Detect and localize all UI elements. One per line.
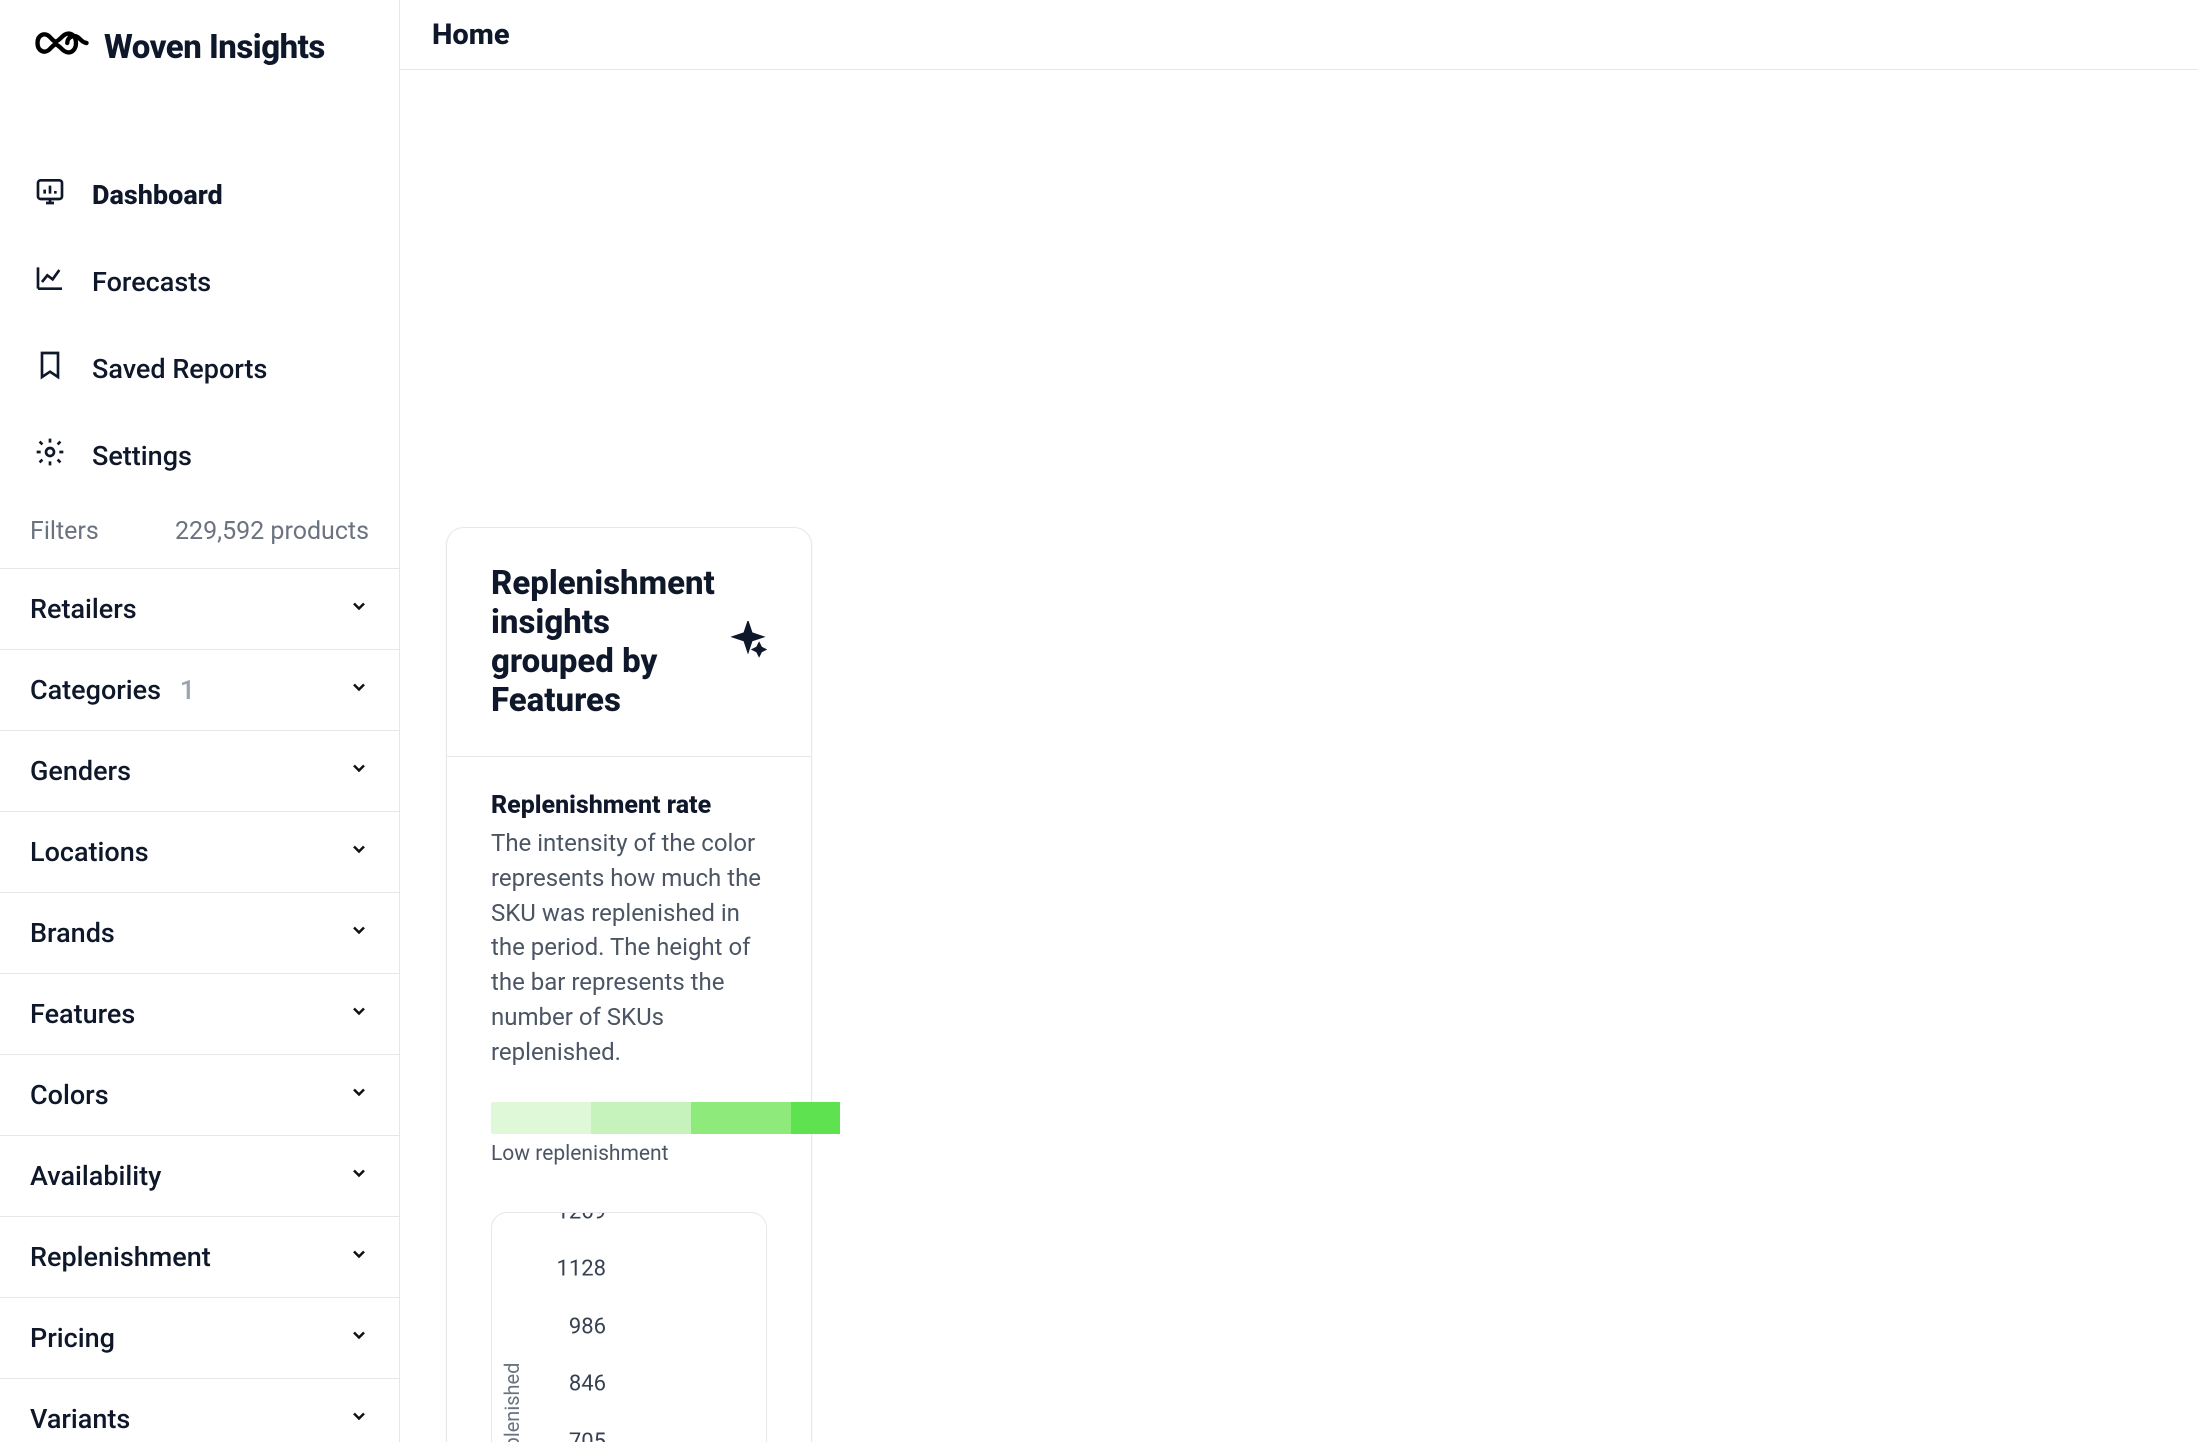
nav-item-forecasts[interactable]: Forecasts xyxy=(34,262,379,301)
forecasts-icon xyxy=(34,262,66,301)
filter-row-retailers[interactable]: Retailers xyxy=(0,568,399,649)
chevron-down-icon xyxy=(349,677,369,703)
section-description: The intensity of the color represents ho… xyxy=(491,826,767,1070)
brand-name: Woven Insights xyxy=(104,28,325,67)
filters-header-left: Filters xyxy=(30,517,99,546)
chart-y-axis-label: SKUs Replenished xyxy=(500,1362,524,1442)
primary-nav: Dashboard Forecasts Saved Reports Settin… xyxy=(34,175,379,475)
filter-label: Genders xyxy=(30,755,131,787)
filter-row-locations[interactable]: Locations xyxy=(0,811,399,892)
topbar: Home xyxy=(400,0,2198,70)
filter-row-variants[interactable]: Variants xyxy=(0,1378,399,1442)
bar-group: straight silhouetterelaxed fitregular le… xyxy=(610,1237,767,1442)
chevron-down-icon xyxy=(349,1406,369,1432)
filter-label: Categories xyxy=(30,674,161,706)
sparkle-icon[interactable] xyxy=(729,621,767,663)
legend-swatch xyxy=(691,1102,791,1134)
filter-row-colors[interactable]: Colors xyxy=(0,1054,399,1135)
chevron-down-icon xyxy=(349,1325,369,1351)
nav-label: Settings xyxy=(92,440,192,472)
sidebar: Woven Insights Dashboard Forecasts Saved… xyxy=(0,0,400,495)
y-tick: 1128 xyxy=(557,1257,606,1282)
nav-label: Forecasts xyxy=(92,266,211,298)
filter-label: Pricing xyxy=(30,1322,115,1354)
filter-count: 1 xyxy=(180,674,195,706)
filters-header-count: 229,592 products xyxy=(175,517,369,546)
filter-row-genders[interactable]: Genders xyxy=(0,730,399,811)
brand: Woven Insights xyxy=(34,26,379,69)
y-tick: 846 xyxy=(569,1372,606,1397)
legend-swatch xyxy=(491,1102,591,1134)
filter-row-brands[interactable]: Brands xyxy=(0,892,399,973)
filter-label: Locations xyxy=(30,836,149,868)
filter-row-categories[interactable]: Categories 1 xyxy=(0,649,399,730)
page-title: Home xyxy=(432,18,510,52)
bookmark-icon xyxy=(34,349,66,388)
card-header: Replenishment insights grouped by Featur… xyxy=(447,528,811,757)
nav-item-saved-reports[interactable]: Saved Reports xyxy=(34,349,379,388)
chevron-down-icon xyxy=(349,1082,369,1108)
replenishment-card: Replenishment insights grouped by Featur… xyxy=(446,527,812,1442)
legend-swatch xyxy=(591,1102,691,1134)
chevron-down-icon xyxy=(349,758,369,784)
card-title: Replenishment insights grouped by Featur… xyxy=(491,564,729,720)
main-content: Replenishment insights grouped by Featur… xyxy=(400,495,840,1442)
filter-label: Replenishment xyxy=(30,1241,211,1273)
filter-label: Variants xyxy=(30,1403,130,1435)
legend-low: Low replenishment xyxy=(491,1142,669,1166)
y-tick: 1269 xyxy=(557,1212,606,1225)
filter-row-replenishment[interactable]: Replenishment xyxy=(0,1216,399,1297)
chevron-down-icon xyxy=(349,920,369,946)
nav-label: Saved Reports xyxy=(92,353,267,385)
brand-logo-icon xyxy=(34,26,90,69)
chevron-down-icon xyxy=(349,1001,369,1027)
nav-label: Dashboard xyxy=(92,179,223,211)
filter-label: Colors xyxy=(30,1079,109,1111)
filters-panel: Filters 229,592 products Retailers Catego… xyxy=(0,495,400,1442)
chevron-down-icon xyxy=(349,1244,369,1270)
filter-label: Availability xyxy=(30,1160,161,1192)
dashboard-icon xyxy=(34,175,66,214)
y-tick: 986 xyxy=(569,1315,606,1340)
chevron-down-icon xyxy=(349,839,369,865)
gear-icon xyxy=(34,436,66,475)
filter-row-availability[interactable]: Availability xyxy=(0,1135,399,1216)
intensity-legend: Low replenishment Average High replenish… xyxy=(491,1102,840,1166)
section-title: Replenishment rate xyxy=(491,791,767,820)
filters-header: Filters 229,592 products xyxy=(0,495,399,568)
nav-item-dashboard[interactable]: Dashboard xyxy=(34,175,379,214)
filter-label: Brands xyxy=(30,917,115,949)
nav-item-settings[interactable]: Settings xyxy=(34,436,379,475)
chevron-down-icon xyxy=(349,1163,369,1189)
chevron-down-icon xyxy=(349,596,369,622)
filter-row-pricing[interactable]: Pricing xyxy=(0,1297,399,1378)
y-tick: 705 xyxy=(569,1430,606,1442)
filter-label: Features xyxy=(30,998,135,1030)
filter-label: Retailers xyxy=(30,593,137,625)
chart: SKUs Replenished 01412824235647058469861… xyxy=(491,1212,767,1442)
legend-swatch xyxy=(791,1102,840,1134)
filter-row-features[interactable]: Features xyxy=(0,973,399,1054)
